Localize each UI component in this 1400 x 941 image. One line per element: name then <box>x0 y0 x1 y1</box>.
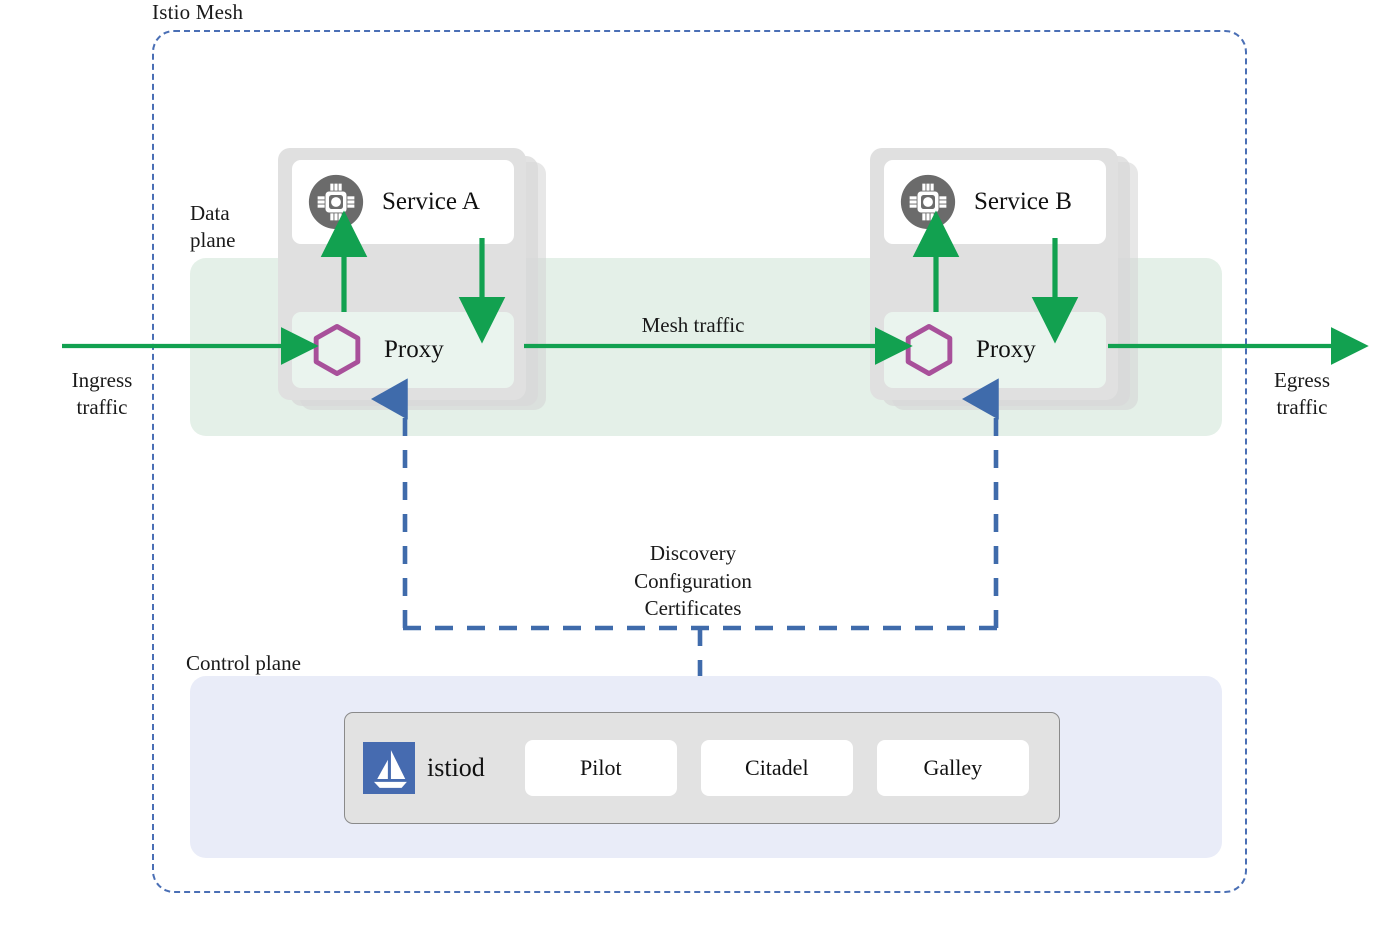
pilot-label: Pilot <box>580 755 622 781</box>
diagram-canvas: Istio Mesh Data plane <box>0 0 1400 941</box>
istiod-label: istiod <box>427 753 485 783</box>
ingress-traffic-label: Ingress traffic <box>52 367 152 422</box>
discovery-configuration-certificates-label: Discovery Configuration Certificates <box>578 540 808 623</box>
citadel-label: Citadel <box>745 755 809 781</box>
egress-traffic-label: Egress traffic <box>1250 367 1354 422</box>
control-plane-component-citadel[interactable]: Citadel <box>701 740 853 796</box>
istio-sailboat-icon <box>363 742 415 794</box>
istiod-container[interactable]: istiod Pilot Citadel Galley <box>344 712 1060 824</box>
control-plane-component-pilot[interactable]: Pilot <box>525 740 677 796</box>
galley-label: Galley <box>923 755 982 781</box>
control-plane-label: Control plane <box>186 650 301 677</box>
mesh-traffic-label: Mesh traffic <box>588 313 798 338</box>
control-plane-component-galley[interactable]: Galley <box>877 740 1029 796</box>
control-plane-components: Pilot Citadel Galley <box>525 740 1029 796</box>
istiod-brand: istiod <box>363 742 485 794</box>
